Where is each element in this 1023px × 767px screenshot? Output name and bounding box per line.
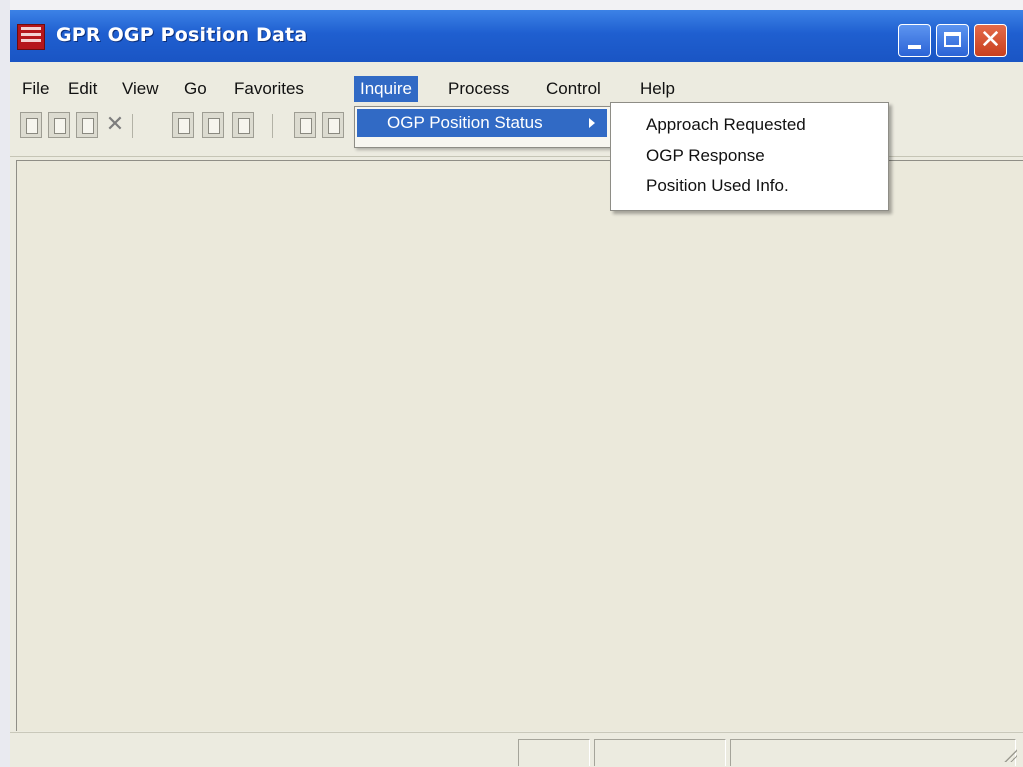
submenu-item-ogp-response[interactable]: OGP Response <box>646 143 765 169</box>
toolbar-separator <box>132 114 133 138</box>
ogp-position-status-submenu: Approach Requested OGP Response Position… <box>610 102 889 211</box>
menu-view[interactable]: View <box>116 76 165 102</box>
close-button[interactable]: ✕ <box>974 24 1007 57</box>
insert-before-icon[interactable] <box>172 112 194 138</box>
menu-inquire[interactable]: Inquire <box>354 76 418 102</box>
menu-favorites[interactable]: Favorites <box>228 76 310 102</box>
insert-after-icon[interactable] <box>202 112 224 138</box>
minimize-icon <box>908 45 921 49</box>
status-panel <box>594 739 726 766</box>
status-panel <box>730 739 1016 766</box>
minimize-button[interactable] <box>898 24 931 57</box>
window-title: GPR OGP Position Data <box>56 24 308 46</box>
toolbar-separator <box>272 114 273 138</box>
desktop-edge <box>0 0 10 767</box>
delete-record-icon[interactable] <box>48 112 70 138</box>
submenu-item-approach-requested[interactable]: Approach Requested <box>646 112 806 138</box>
cancel-icon[interactable]: ✕ <box>104 112 126 138</box>
title-bar[interactable]: GPR OGP Position Data ✕ <box>10 10 1023 62</box>
status-panel <box>518 739 590 766</box>
application-window: GPR OGP Position Data ✕ File Edit View G… <box>10 10 1023 767</box>
menu-help[interactable]: Help <box>634 76 681 102</box>
client-area <box>16 160 1023 731</box>
page-icon[interactable] <box>232 112 254 138</box>
menu-bar: File Edit View Go Favorites Inquire Proc… <box>10 72 1023 104</box>
menu-file[interactable]: File <box>16 76 55 102</box>
menu-go[interactable]: Go <box>178 76 213 102</box>
menu-item-label: OGP Position Status <box>387 113 543 132</box>
maximize-icon <box>944 32 961 47</box>
delete-all-icon[interactable] <box>76 112 98 138</box>
submenu-item-position-used-info[interactable]: Position Used Info. <box>646 173 789 199</box>
submenu-arrow-icon <box>589 118 595 128</box>
menu-control[interactable]: Control <box>540 76 607 102</box>
close-icon: ✕ <box>979 25 1002 55</box>
menu-item-ogp-position-status[interactable]: OGP Position Status <box>357 109 607 137</box>
inquire-dropdown: OGP Position Status <box>354 106 612 148</box>
status-bar <box>10 732 1023 767</box>
paste-icon[interactable] <box>322 112 344 138</box>
save-icon[interactable] <box>20 112 42 138</box>
menu-process[interactable]: Process <box>442 76 515 102</box>
menu-edit[interactable]: Edit <box>62 76 103 102</box>
resize-grip-icon[interactable] <box>1003 748 1017 762</box>
copy-icon[interactable] <box>294 112 316 138</box>
app-logo-icon <box>17 24 45 50</box>
maximize-button[interactable] <box>936 24 969 57</box>
